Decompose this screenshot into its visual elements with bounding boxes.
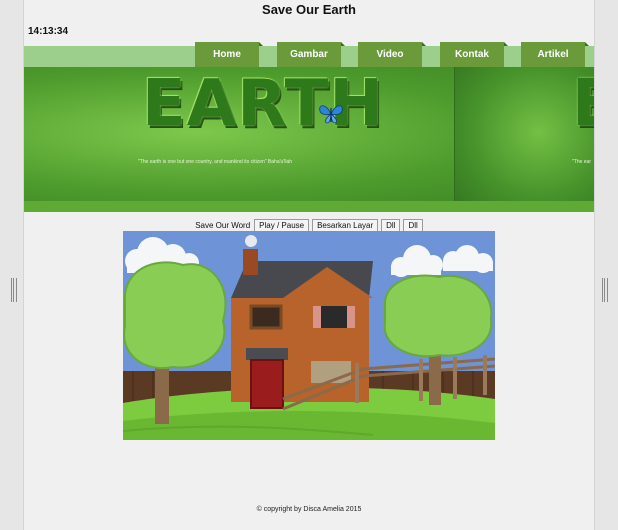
- nav-video[interactable]: Video: [358, 42, 426, 67]
- right-panel: [594, 0, 618, 530]
- nav-home[interactable]: Home: [195, 42, 263, 67]
- banner-quote: "The earth is one but one country, and m…: [138, 159, 293, 165]
- dll-button-2[interactable]: Dll: [403, 218, 423, 232]
- dll-button-1[interactable]: Dll: [381, 218, 401, 232]
- banner-earth-word-partial: E: [572, 67, 594, 141]
- right-splitter-handle-icon[interactable]: [602, 278, 608, 302]
- nav-gambar[interactable]: Gambar: [277, 42, 345, 67]
- earth-banner: EARTH E "The earth is one but one countr…: [24, 67, 594, 212]
- play-pause-button[interactable]: Play / Pause: [254, 218, 310, 232]
- left-panel: [0, 0, 24, 530]
- clock-display: 14:13:34: [28, 26, 69, 37]
- page-title: Save Our Earth: [262, 2, 356, 17]
- nav-artikel[interactable]: Artikel: [521, 42, 589, 67]
- page-content: Save Our Earth 14:13:34 Home Gambar Vide…: [24, 0, 594, 530]
- fullscreen-button[interactable]: Besarkan Layar: [312, 218, 379, 232]
- video-controls: Save Our Word Play / Pause Besarkan Laya…: [24, 218, 594, 232]
- left-splitter-handle-icon[interactable]: [11, 278, 17, 302]
- video-player[interactable]: [123, 231, 495, 440]
- video-title-label: Save Our Word: [195, 220, 251, 230]
- nav-kontak[interactable]: Kontak: [440, 42, 508, 67]
- butterfly-icon: [319, 105, 343, 124]
- banner-earth-word: EARTH: [142, 67, 384, 141]
- banner-quote-partial: "The ear: [572, 159, 592, 165]
- footer-copyright: © copyright by Disca Amelia 2015: [256, 506, 362, 513]
- banner-bottom-strip: [24, 201, 594, 212]
